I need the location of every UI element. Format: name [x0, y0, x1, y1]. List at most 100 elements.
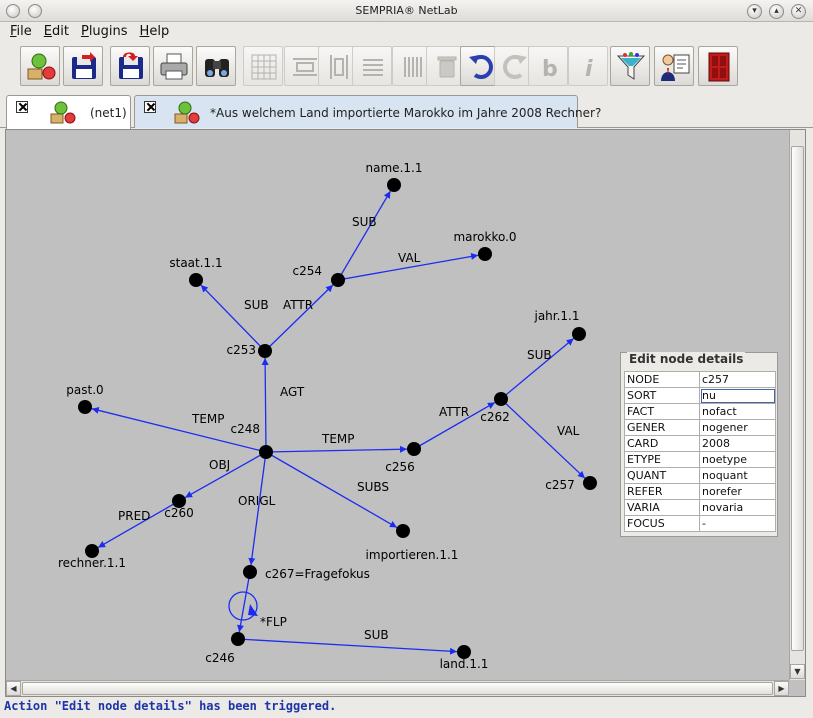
node-c260[interactable]: c260: [164, 494, 194, 520]
node-dot[interactable]: [494, 392, 508, 406]
node-land[interactable]: land.1.1: [440, 645, 489, 671]
horizontal-scroll-thumb[interactable]: [22, 682, 773, 695]
filter-button[interactable]: [610, 46, 650, 86]
edge[interactable]: SUB: [500, 337, 575, 400]
node-dot[interactable]: [396, 524, 410, 538]
attribute-value-cell[interactable]: norefer: [699, 483, 776, 500]
grid-icon: [251, 54, 277, 80]
distribute-horizontal-button[interactable]: [352, 46, 392, 86]
close-window-button[interactable]: ✕: [791, 4, 806, 19]
net-icon: [50, 101, 76, 124]
node-dot[interactable]: [231, 632, 245, 646]
grid-button[interactable]: [243, 46, 283, 86]
maximize-button[interactable]: ▴: [769, 4, 784, 19]
minimize-button[interactable]: ▾: [747, 4, 762, 19]
edge[interactable]: SUB: [200, 284, 269, 352]
node-c256[interactable]: c256: [385, 442, 421, 474]
node-dot[interactable]: [478, 247, 492, 261]
scroll-down-button[interactable]: ▼: [790, 664, 805, 679]
save-button[interactable]: [110, 46, 150, 86]
self-loop-edge[interactable]: [228, 591, 258, 621]
edge-line[interactable]: [248, 451, 267, 566]
node-jahr[interactable]: jahr.1.1: [533, 309, 586, 341]
node-c267[interactable]: c267=Fragefokus: [243, 565, 370, 581]
node-dot[interactable]: [189, 273, 203, 287]
edge-line[interactable]: [261, 357, 269, 453]
vertical-scrollbar[interactable]: ▼: [789, 130, 805, 680]
edge-line[interactable]: [500, 398, 586, 479]
attribute-value-cell[interactable]: nogener: [699, 419, 776, 436]
node-rechner[interactable]: rechner.1.1: [58, 544, 126, 570]
node-importieren[interactable]: importieren.1.1: [366, 524, 459, 562]
node-dot[interactable]: [407, 442, 421, 456]
node-dot[interactable]: [259, 445, 273, 459]
panel-title: Edit node details: [627, 352, 746, 366]
search-button[interactable]: [196, 46, 236, 86]
attribute-value-cell[interactable]: -: [699, 515, 776, 532]
node-c246[interactable]: c246: [205, 632, 245, 665]
new-net-icon: [27, 53, 56, 80]
edge[interactable]: VAL: [500, 398, 586, 479]
node-dot[interactable]: [258, 344, 272, 358]
edge-line[interactable]: [200, 284, 266, 352]
node-dot[interactable]: [387, 178, 401, 192]
edge[interactable]: TEMP: [265, 432, 408, 453]
edge-line[interactable]: [264, 284, 334, 352]
menu-help[interactable]: Help: [134, 22, 176, 42]
node-staat[interactable]: staat.1.1: [169, 256, 223, 287]
edge[interactable]: AGT: [261, 357, 305, 453]
node-c253[interactable]: c253: [226, 343, 272, 358]
node-c248[interactable]: c248: [230, 422, 273, 459]
tab-net1[interactable]: (net1): [6, 95, 131, 129]
edge-label: TEMP: [191, 412, 225, 426]
attribute-value-cell[interactable]: 2008: [699, 435, 776, 452]
edge-line[interactable]: [237, 638, 458, 655]
node-c254[interactable]: c254: [292, 264, 345, 287]
tab-close-icon[interactable]: [16, 101, 28, 113]
node-dot[interactable]: [78, 400, 92, 414]
info-button[interactable]: i: [568, 46, 608, 86]
scroll-right-button[interactable]: ▶: [774, 681, 789, 696]
open-button[interactable]: [63, 46, 103, 86]
edge-line[interactable]: [265, 445, 408, 453]
new-net-button[interactable]: [20, 46, 60, 86]
edge-line[interactable]: [237, 571, 251, 633]
edge[interactable]: SUBS: [265, 451, 398, 529]
attribute-value-cell[interactable]: c257: [699, 371, 776, 388]
edge-line[interactable]: [337, 190, 392, 281]
attribute-value-cell[interactable]: nu: [699, 387, 776, 404]
node-dot[interactable]: [583, 476, 597, 490]
attribute-value-cell[interactable]: novaria: [699, 499, 776, 516]
edge[interactable]: OBJ: [184, 451, 267, 499]
tab-question-net[interactable]: *Aus welchem Land importierte Marokko im…: [134, 95, 601, 128]
node-label: c253: [226, 343, 256, 357]
presenter-button[interactable]: [654, 46, 694, 86]
attribute-value-cell[interactable]: nofact: [699, 403, 776, 420]
edge[interactable]: SUB: [237, 628, 458, 655]
node-c257[interactable]: c257: [545, 476, 597, 492]
vertical-scroll-thumb[interactable]: [791, 146, 804, 651]
print-button[interactable]: [153, 46, 193, 86]
node-dot[interactable]: [331, 273, 345, 287]
node-marokko[interactable]: marokko.0: [453, 230, 517, 261]
horizontal-scrollbar[interactable]: ◀ ▶: [6, 680, 789, 696]
edge[interactable]: VAL: [337, 251, 479, 281]
menu-edit[interactable]: Edit: [38, 22, 75, 42]
edge[interactable]: ATTR: [264, 284, 334, 352]
node-dot[interactable]: [572, 327, 586, 341]
node-dot[interactable]: [243, 565, 257, 579]
scroll-left-button[interactable]: ◀: [6, 681, 21, 696]
menu-plugins[interactable]: Plugins: [75, 22, 134, 42]
menu-file[interactable]: File: [4, 22, 38, 42]
node-name[interactable]: name.1.1: [366, 161, 423, 192]
bold-button[interactable]: b: [528, 46, 568, 86]
tab-close-icon[interactable]: [144, 101, 156, 113]
attribute-row: QUANT noquant: [624, 467, 776, 484]
edge[interactable]: *FLP: [237, 571, 287, 633]
edge[interactable]: SUB: [337, 190, 392, 281]
attribute-value-cell[interactable]: noquant: [699, 467, 776, 484]
exit-button[interactable]: [698, 46, 738, 86]
node-past[interactable]: past.0: [66, 383, 104, 414]
attribute-value-cell[interactable]: noetype: [699, 451, 776, 468]
edge[interactable]: ORIGL: [238, 451, 276, 566]
